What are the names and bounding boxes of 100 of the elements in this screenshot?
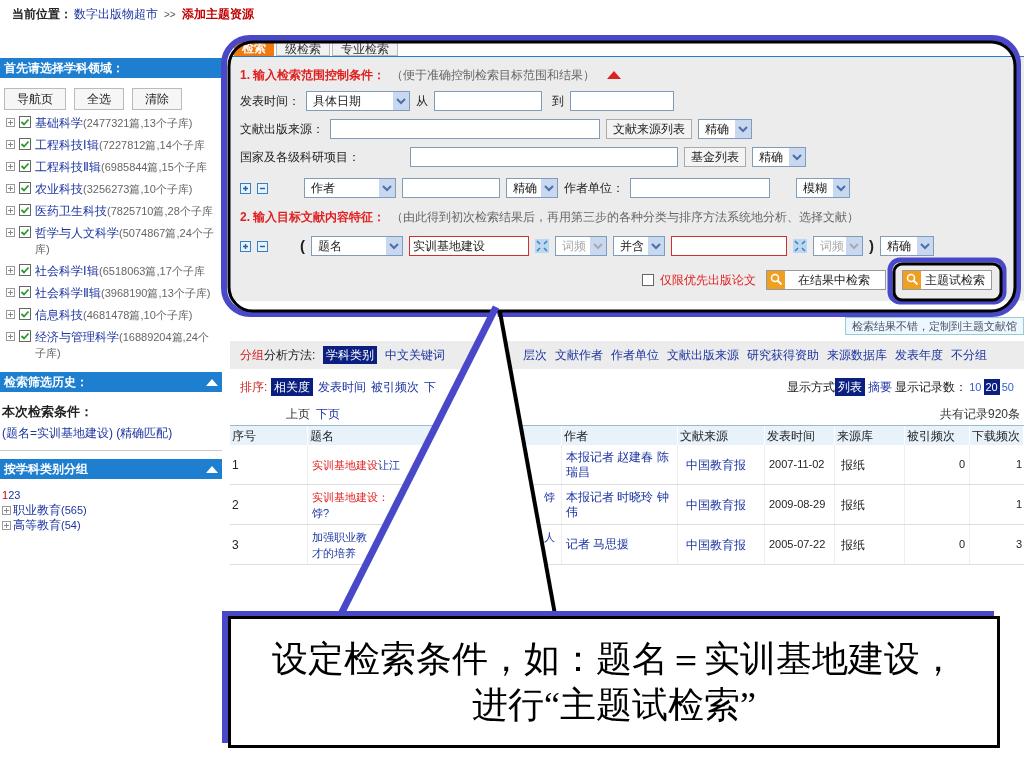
page-size-option[interactable]: 10 xyxy=(969,378,982,396)
grouping-option[interactable]: 作者单位 xyxy=(611,346,660,364)
title-link[interactable]: 才的培养 xyxy=(312,544,356,561)
checkbox[interactable] xyxy=(19,330,31,342)
page-link[interactable]: 2 xyxy=(8,486,15,503)
dropdown[interactable]: 模糊 xyxy=(796,178,850,198)
section-hint: （由此得到初次检索结果后，再用第三步的各种分类与排序方法系统地分析、选择文献） xyxy=(391,209,860,226)
toolbar-button[interactable]: 导航页 xyxy=(4,88,66,110)
table-cell-text: 0 xyxy=(958,537,965,553)
dropdown[interactable]: 题名 xyxy=(311,236,403,256)
checkbox[interactable] xyxy=(19,308,31,320)
group-link[interactable]: 职业教育(565) xyxy=(13,503,87,518)
title-link[interactable]: 实训基地建设： xyxy=(312,488,389,505)
breadcrumb-separator: >> xyxy=(164,7,176,22)
subject-link[interactable]: 信息科技(4681478篇,10个子库) xyxy=(35,307,193,323)
input-field[interactable] xyxy=(402,178,500,198)
sort-option[interactable]: 相关度 xyxy=(271,378,314,396)
column-header: 被引频次 xyxy=(905,426,970,446)
pager-link[interactable]: 上页 xyxy=(286,405,310,423)
breadcrumb-link[interactable]: 数字出版物超市 xyxy=(74,5,158,23)
dropdown[interactable]: 精确 xyxy=(506,178,558,198)
input-field[interactable] xyxy=(630,178,770,198)
list-button[interactable]: 文献来源列表 xyxy=(606,119,692,139)
collapse-icon xyxy=(206,378,218,386)
subject-link[interactable]: 社会科学Ⅱ辑(3968190篇,13个子库) xyxy=(35,285,211,301)
input-field[interactable] xyxy=(410,147,678,167)
checkbox[interactable] xyxy=(19,138,31,150)
table-cell: 2 xyxy=(230,485,308,524)
dropdown[interactable]: 精确 xyxy=(880,236,934,256)
title-link[interactable]: 人 xyxy=(544,528,555,545)
checkbox[interactable] xyxy=(19,116,31,128)
expand-icon xyxy=(6,118,15,127)
pager-link[interactable]: 下页 xyxy=(316,405,340,423)
grouping-option[interactable]: 文献出版来源 xyxy=(667,346,740,364)
subject-link[interactable]: 经济与管理科学(16889204篇,24个子库) xyxy=(35,329,216,361)
title-link[interactable]: 加强职业教 xyxy=(312,528,367,545)
field-label: 到 xyxy=(552,93,564,110)
dropdown[interactable]: 并含 xyxy=(613,236,665,256)
author-link[interactable]: 记者 马思援 xyxy=(562,525,678,564)
table-cell-text: 0 xyxy=(958,457,965,473)
page-link[interactable]: 1 xyxy=(2,486,9,503)
source-link[interactable]: 中国教育报 xyxy=(678,485,765,524)
grouping-option[interactable]: 发表年度 xyxy=(895,346,944,364)
checkbox[interactable] xyxy=(642,274,654,286)
input-field[interactable] xyxy=(330,119,600,139)
sort-option[interactable]: 下 xyxy=(424,378,437,396)
subject-link[interactable]: 医药卫生科技(7825710篇,28个子库 xyxy=(35,203,213,219)
grouping-option[interactable]: 来源数据库 xyxy=(827,346,888,364)
checkbox[interactable] xyxy=(19,264,31,276)
grouping-option[interactable]: 层次 xyxy=(523,346,548,364)
subject-link[interactable]: 基础科学(2477321篇,13个子库) xyxy=(35,115,193,131)
checkbox[interactable] xyxy=(19,160,31,172)
dropdown[interactable]: 精确 xyxy=(698,119,752,139)
display-label: 显示记录数： xyxy=(895,379,968,396)
subject-link[interactable]: 社会科学Ⅰ辑(6518063篇,17个子库 xyxy=(35,263,205,279)
checkbox[interactable] xyxy=(19,226,31,238)
breadcrumb-label: 当前位置： xyxy=(12,6,72,23)
subject-link[interactable]: 农业科技(3256273篇,10个子库) xyxy=(35,181,193,197)
list-button[interactable]: 基金列表 xyxy=(684,147,746,167)
sort-option[interactable]: 发表时间 xyxy=(318,378,367,396)
callout-text: 设定检索条件，如：题名＝实训基地建设，进行“主题试检索” xyxy=(271,638,957,727)
subject-link[interactable]: 哲学与人文科学(5074867篇,24个子库) xyxy=(35,225,216,257)
input-field[interactable] xyxy=(671,236,787,256)
display-option[interactable]: 摘要 xyxy=(868,378,893,396)
checkbox[interactable] xyxy=(19,286,31,298)
title-link[interactable]: 实训基地建设让江 xyxy=(312,456,400,473)
title-link[interactable]: 饽? xyxy=(312,504,330,521)
sort-option[interactable]: 被引频次 xyxy=(371,378,420,396)
author-link[interactable]: 本报记者 时晓玲 钟伟 xyxy=(562,485,678,524)
input-field[interactable] xyxy=(434,91,542,111)
search-button[interactable]: 主题试检索 xyxy=(902,270,992,290)
author-link[interactable]: 本报记者 赵建春 陈瑞昌 xyxy=(562,445,678,484)
toolbar-button[interactable]: 全选 xyxy=(74,88,124,110)
dropdown[interactable]: 具体日期 xyxy=(306,91,410,111)
subject-link[interactable]: 工程科技Ⅰ辑(7227812篇,14个子库 xyxy=(35,137,205,153)
title-link[interactable]: 饽 xyxy=(544,488,555,505)
section-title: 1. 输入检索范围控制条件： xyxy=(240,67,386,84)
input-field[interactable]: 实训基地建设 xyxy=(409,236,529,256)
grouping-option[interactable]: 中文关键词 xyxy=(385,346,446,364)
grouping-option[interactable]: 学科类别 xyxy=(323,346,378,364)
page-link[interactable]: 3 xyxy=(14,486,21,503)
search-button[interactable]: 在结果中检索 xyxy=(766,270,886,290)
input-field[interactable] xyxy=(570,91,674,111)
grouping-option[interactable]: 不分组 xyxy=(951,346,988,364)
page-size-option[interactable]: 50 xyxy=(1001,378,1014,396)
subject-link[interactable]: 工程科技Ⅱ辑(6985844篇,15个子库 xyxy=(35,159,207,175)
toolbar-button[interactable]: 清除 xyxy=(132,88,182,110)
page-size-option[interactable]: 20 xyxy=(983,378,1000,396)
source-link[interactable]: 中国教育报 xyxy=(678,525,765,564)
checkbox[interactable] xyxy=(19,182,31,194)
remove-row-icon xyxy=(257,240,268,252)
checkbox[interactable] xyxy=(19,204,31,216)
source-link[interactable]: 中国教育报 xyxy=(678,445,765,484)
dropdown[interactable]: 精确 xyxy=(752,147,806,167)
grouping-option[interactable]: 研究获得资助 xyxy=(747,346,820,364)
dropdown[interactable]: 作者 xyxy=(304,178,396,198)
display-option[interactable]: 列表 xyxy=(835,378,866,396)
grouping-option[interactable]: 文献作者 xyxy=(555,346,604,364)
conditions-label: 本次检索条件： xyxy=(1,403,94,421)
group-link[interactable]: 高等教育(54) xyxy=(13,518,81,533)
